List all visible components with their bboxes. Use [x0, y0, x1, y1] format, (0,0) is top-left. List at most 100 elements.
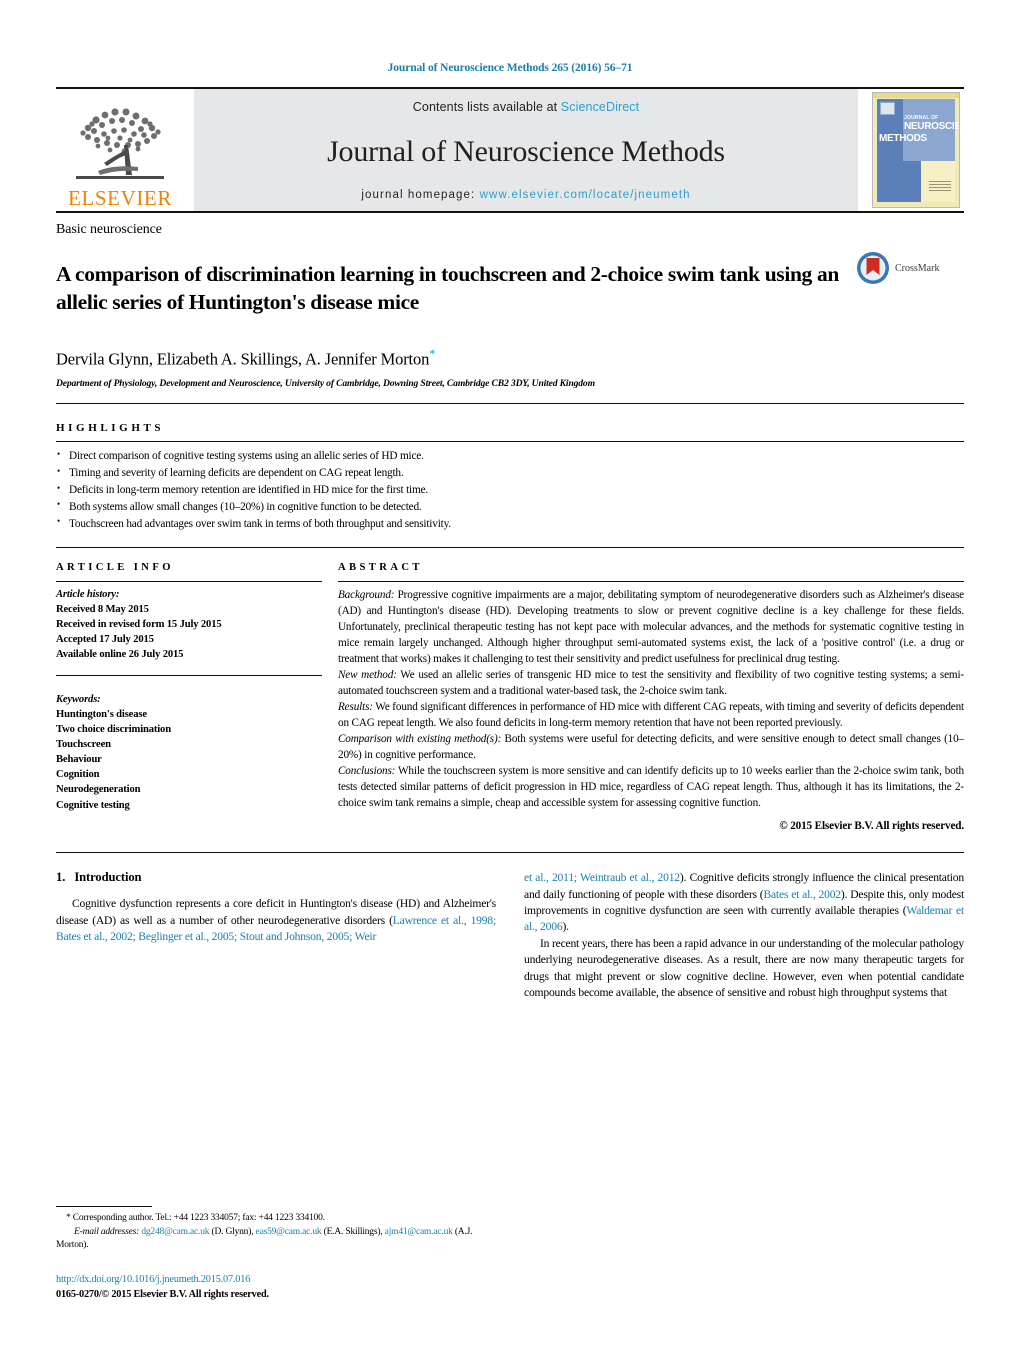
- article-history-block: Article history: Received 8 May 2015 Rec…: [56, 582, 322, 663]
- affiliation: Department of Physiology, Development an…: [56, 378, 595, 390]
- citation-link[interactable]: Bates et al., 2002: [763, 888, 841, 901]
- email-link-1[interactable]: dg248@cam.ac.uk: [141, 1227, 209, 1237]
- cover-line-3: METHODS: [879, 133, 927, 144]
- citation-link[interactable]: et al., 2011; Weintraub et al., 2012: [524, 871, 680, 884]
- highlights-list: Direct comparison of cognitive testing s…: [56, 448, 964, 533]
- masthead-bottom-rule: [56, 211, 964, 213]
- email-name-1: (D. Glynn),: [209, 1226, 256, 1237]
- keyword-item: Huntington's disease: [56, 708, 147, 720]
- abstract-paragraph-conclusions: Conclusions: While the touchscreen syste…: [338, 763, 964, 811]
- abstract-label-background: Background:: [338, 588, 395, 601]
- section-title: Introduction: [74, 870, 142, 885]
- abstract-column: ABSTRACT Background: Progressive cogniti…: [338, 562, 964, 834]
- journal-masthead: ELSEVIER Contents lists available at Sci…: [56, 87, 964, 211]
- cover-artwork: JOURNAL OF NEUROSCIENCE METHODS: [872, 92, 960, 208]
- cover-bottom-band: [903, 161, 921, 202]
- intro-paragraph-right-2: In recent years, there has been a rapid …: [524, 936, 964, 1000]
- author-list: Dervila Glynn, Elizabeth A. Skillings, A…: [56, 346, 964, 370]
- abstract-paragraph-newmethod: New method: We used an allelic series of…: [338, 667, 964, 699]
- email-label: E-mail addresses:: [74, 1226, 140, 1237]
- article-history-label: Article history:: [56, 588, 120, 600]
- elsevier-wordmark: ELSEVIER: [68, 186, 172, 210]
- abstract-paragraph-comparison: Comparison with existing method(s): Both…: [338, 731, 964, 763]
- title-row: A comparison of discrimination learning …: [56, 247, 964, 332]
- doi-link[interactable]: http://dx.doi.org/10.1016/j.jneumeth.201…: [56, 1273, 490, 1288]
- homepage-prefix: journal homepage:: [361, 189, 480, 201]
- history-line: Accepted 17 July 2015: [56, 634, 154, 646]
- crossmark-badge[interactable]: CrossMark: [856, 247, 964, 285]
- affiliation-rule: [56, 403, 964, 405]
- article-category: Basic neuroscience: [56, 222, 162, 237]
- abstract-label-results: Results:: [338, 700, 373, 713]
- email-name-2: (E.A. Skillings),: [321, 1226, 385, 1237]
- abstract-text-results: We found significant differences in perf…: [338, 700, 964, 729]
- sciencedirect-link[interactable]: ScienceDirect: [561, 100, 639, 114]
- history-line: Available online 26 July 2015: [56, 649, 184, 661]
- intro-text-d: ).: [562, 920, 569, 934]
- history-line: Received in revised form 15 July 2015: [56, 619, 222, 631]
- cover-top-band: [873, 93, 959, 98]
- footnote-rule: [56, 1205, 152, 1207]
- crossmark-label: CrossMark: [895, 262, 940, 274]
- journal-title: Journal of Neuroscience Methods: [327, 134, 725, 168]
- article-page: Journal of Neuroscience Methods 265 (201…: [0, 0, 1020, 1351]
- contents-list-line: Contents lists available at ScienceDirec…: [413, 100, 639, 114]
- corresponding-author-marker: *: [429, 345, 436, 361]
- keyword-item: Cognition: [56, 769, 100, 781]
- page-title: A comparison of discrimination learning …: [56, 262, 839, 315]
- abstract-text-newmethod: We used an allelic series of transgenic …: [338, 668, 964, 697]
- list-item: Deficits in long-term memory retention a…: [56, 482, 964, 499]
- journal-homepage-link[interactable]: www.elsevier.com/locate/jneumeth: [480, 189, 691, 201]
- intro-paragraph-left: Cognitive dysfunction represents a core …: [56, 896, 496, 945]
- crossmark-icon: [856, 251, 890, 285]
- running-head: Journal of Neuroscience Methods 265 (201…: [387, 62, 633, 74]
- abstract-bottom-rule: [56, 852, 964, 854]
- list-item: Both systems allow small changes (10–20%…: [56, 498, 964, 516]
- section-heading-introduction: 1. Introduction: [56, 870, 496, 885]
- cover-line-2: NEUROSCIENCE: [904, 121, 960, 132]
- keywords-block: Keywords: Huntington's disease Two choic…: [56, 687, 322, 813]
- body-column-right: et al., 2011; Weintraub et al., 2012). C…: [524, 870, 964, 1002]
- article-info-heading: ARTICLE INFO: [56, 561, 174, 573]
- intro-paragraph-right-1: et al., 2011; Weintraub et al., 2012). C…: [524, 870, 964, 936]
- list-item: Timing and severity of learning deficits…: [56, 465, 964, 482]
- abstract-heading: ABSTRACT: [338, 561, 423, 573]
- abstract-text-conclusions: While the touchscreen system is more sen…: [338, 765, 964, 810]
- highlights-section: HIGHLIGHTS Direct comparison of cognitiv…: [56, 422, 964, 533]
- contents-prefix: Contents lists available at: [412, 100, 561, 114]
- abstract-paragraph-results: Results: We found significant difference…: [338, 699, 964, 731]
- masthead-center: Contents lists available at ScienceDirec…: [194, 89, 858, 211]
- abstract-label-conclusions: Conclusions:: [338, 765, 396, 778]
- abstract-copyright: © 2015 Elsevier B.V. All rights reserved…: [779, 820, 964, 833]
- issn-copyright: 0165-0270/© 2015 Elsevier B.V. All right…: [56, 1289, 269, 1301]
- keyword-item: Behaviour: [56, 754, 102, 766]
- list-item: Touchscreen had advantages over swim tan…: [56, 515, 964, 533]
- journal-homepage-line: journal homepage: www.elsevier.com/locat…: [361, 189, 690, 201]
- highlights-heading: HIGHLIGHTS: [56, 422, 165, 435]
- abstract-text-background: Progressive cognitive impairments are a …: [338, 588, 964, 665]
- history-line: Received 8 May 2015: [56, 603, 149, 615]
- journal-cover-thumbnail: JOURNAL OF NEUROSCIENCE METHODS: [868, 89, 964, 211]
- list-item: Direct comparison of cognitive testing s…: [56, 448, 964, 465]
- corresponding-author-note: * Corresponding author. Tel.: +44 1223 3…: [56, 1212, 490, 1253]
- keyword-item: Cognitive testing: [56, 799, 130, 811]
- keyword-item: Two choice discrimination: [56, 723, 171, 735]
- info-abstract-row: ARTICLE INFO Article history: Received 8…: [56, 562, 964, 834]
- abstract-label-newmethod: New method:: [338, 668, 397, 681]
- body-columns: 1. Introduction Cognitive dysfunction re…: [56, 870, 964, 1002]
- cover-text-lines: [929, 181, 951, 193]
- elsevier-logo: ELSEVIER: [56, 89, 184, 211]
- abstract-label-comparison: Comparison with existing method(s):: [338, 732, 502, 745]
- footnote-area: * Corresponding author. Tel.: +44 1223 3…: [56, 1205, 490, 1303]
- highlights-rule: [56, 441, 964, 443]
- corresponding-author-line: * Corresponding author. Tel.: +44 1223 3…: [66, 1212, 325, 1223]
- email-link-2[interactable]: eas59@cam.ac.uk: [256, 1227, 322, 1237]
- keyword-item: Touchscreen: [56, 738, 111, 750]
- keywords-rule: [56, 674, 322, 676]
- article-info-column: ARTICLE INFO Article history: Received 8…: [56, 562, 338, 834]
- cover-small-image-icon: [880, 102, 895, 115]
- abstract-paragraph-background: Background: Progressive cognitive impair…: [338, 587, 964, 667]
- email-link-3[interactable]: ajm41@cam.ac.uk: [385, 1227, 453, 1237]
- doi-block: http://dx.doi.org/10.1016/j.jneumeth.201…: [56, 1273, 490, 1303]
- elsevier-tree-icon: [76, 108, 164, 179]
